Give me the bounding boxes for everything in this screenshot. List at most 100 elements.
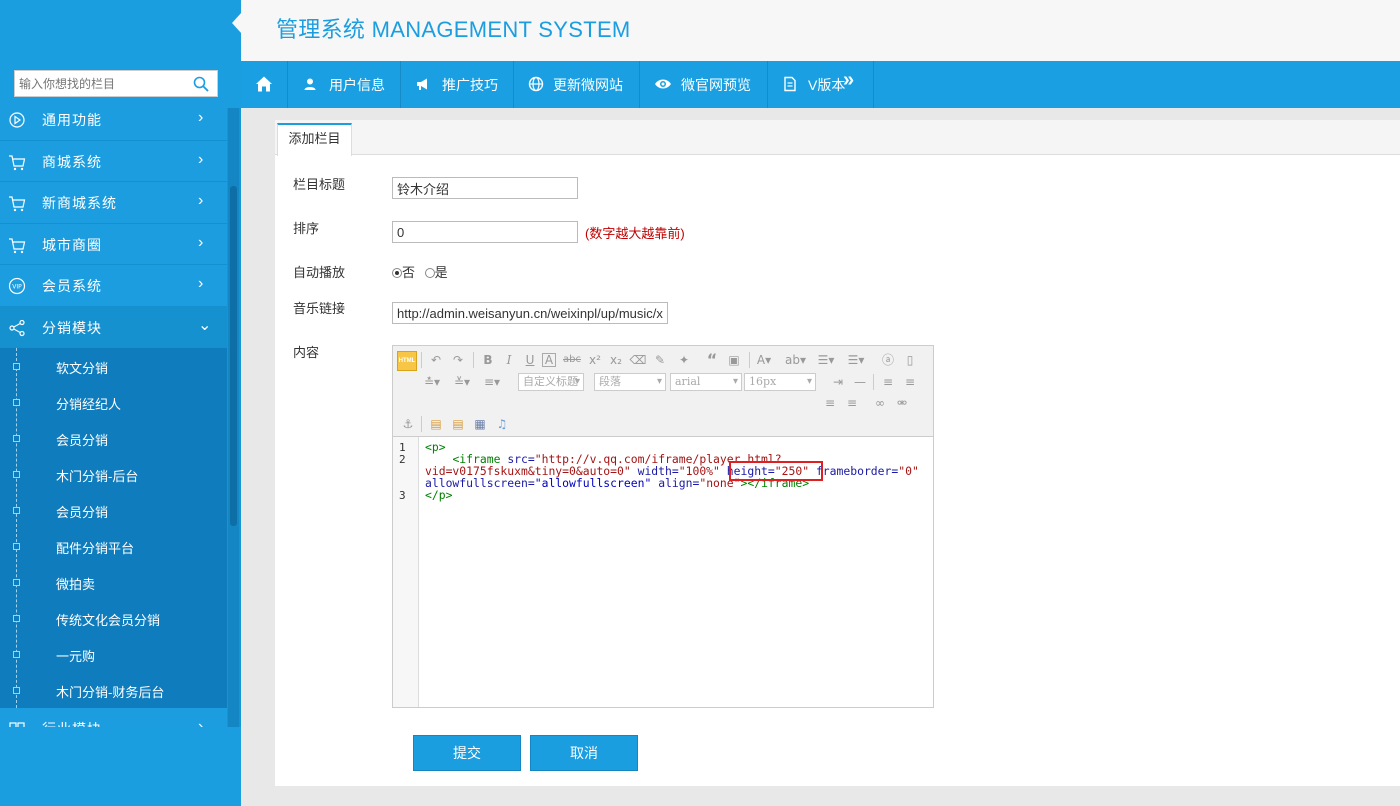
submenu-item[interactable]: 软文分销 xyxy=(0,348,227,384)
sidebar-menu: 通用功能 › 商城系统 › 新商城系统 › 城市商圈 › VIP 会员系统 › … xyxy=(0,99,227,727)
multi-image-icon[interactable]: ▤ xyxy=(449,415,467,433)
bold-icon[interactable]: B xyxy=(479,351,497,369)
tree-node-icon xyxy=(13,687,20,694)
code-token: frameborder= xyxy=(815,464,899,478)
autoplay-yes-radio[interactable] xyxy=(424,268,435,278)
submit-button[interactable]: 提交 xyxy=(413,735,521,771)
submenu-item[interactable]: 会员分销 xyxy=(0,492,227,528)
auto-format-icon[interactable]: ✦ xyxy=(675,351,693,369)
submenu-item[interactable]: 木门分销-后台 xyxy=(0,456,227,492)
submenu-item[interactable]: 会员分销 xyxy=(0,420,227,456)
distribution-submenu: 软文分销 分销经纪人 会员分销 木门分销-后台 会员分销 配件分销平台 微拍卖 … xyxy=(0,348,227,708)
nav-version[interactable]: V版本 » xyxy=(768,61,874,108)
submenu-item-label: 微拍卖 xyxy=(56,577,96,592)
submenu-item[interactable]: 配件分销平台 xyxy=(0,528,227,564)
autoplay-no-radio[interactable] xyxy=(392,268,402,278)
music-icon[interactable]: ♫ xyxy=(493,415,511,433)
top-nav: 用户信息 推广技巧 更新微网站 微官网预览 V版本 » xyxy=(241,61,1400,108)
cart-icon xyxy=(9,237,26,253)
sidebar-item-label: 分销模块 xyxy=(42,319,102,336)
row-spacing-bottom-icon[interactable]: ≚▾ xyxy=(453,373,471,391)
underline-icon[interactable]: U xyxy=(521,351,539,369)
eraser-icon[interactable]: ⌫ xyxy=(629,351,647,369)
italic-icon[interactable]: I xyxy=(500,351,518,369)
submenu-item[interactable]: 木门分销-财务后台 xyxy=(0,672,227,708)
tab-bar: 添加栏目 xyxy=(275,120,1400,156)
sidebar-search-input[interactable] xyxy=(15,71,185,96)
search-icon[interactable] xyxy=(193,76,209,92)
nav-preview-site[interactable]: 微官网预览 xyxy=(640,61,768,108)
select-all-icon[interactable]: ⓐ xyxy=(879,351,897,369)
sidebar-item-city[interactable]: 城市商圈 › xyxy=(0,223,227,265)
paragraph-select[interactable]: 段落 xyxy=(594,373,666,391)
tree-node-icon xyxy=(13,435,20,442)
clear-doc-icon[interactable]: ▯ xyxy=(901,351,919,369)
nav-user-info[interactable]: 用户信息 xyxy=(288,61,401,108)
row-spacing-top-icon[interactable]: ≛▾ xyxy=(423,373,441,391)
align-justify-icon[interactable]: ≡ xyxy=(843,394,861,412)
align-center-icon[interactable]: ≡ xyxy=(901,373,919,391)
html-source-button[interactable]: HTML xyxy=(397,351,417,371)
ordered-list-icon[interactable]: ☰▾ xyxy=(817,351,835,369)
paste-plain-icon[interactable]: ▣ xyxy=(725,351,743,369)
horizontal-rule-icon[interactable]: — xyxy=(851,373,869,391)
chevron-right-icon: › xyxy=(198,718,204,727)
custom-title-select[interactable]: 自定义标题 xyxy=(518,373,584,391)
code-view[interactable]: 1 2 3 <p> <iframe src="http://v.qq.com/i… xyxy=(393,437,933,707)
toolbar-separator xyxy=(749,352,750,368)
cancel-button[interactable]: 取消 xyxy=(530,735,638,771)
sidebar-item-new-mall[interactable]: 新商城系统 › xyxy=(0,182,227,224)
nav-promotion-tips[interactable]: 推广技巧 xyxy=(401,61,514,108)
title-input[interactable] xyxy=(392,177,578,199)
submenu-item[interactable]: 微拍卖 xyxy=(0,564,227,600)
align-left-icon[interactable]: ≡ xyxy=(879,373,897,391)
video-icon[interactable]: ▦ xyxy=(471,415,489,433)
sidebar-item-mall[interactable]: 商城系统 › xyxy=(0,140,227,182)
code-text[interactable]: <p> <iframe src="http://v.qq.com/iframe/… xyxy=(425,441,919,501)
indent-icon[interactable]: ⇥ xyxy=(829,373,847,391)
sidebar-item-general[interactable]: 通用功能 › xyxy=(0,99,227,141)
anchor-icon[interactable]: ⚓ xyxy=(399,415,417,433)
music-url-input[interactable] xyxy=(392,302,668,324)
superscript-icon[interactable]: x² xyxy=(586,351,604,369)
highlight-color-icon[interactable]: ab▾ xyxy=(785,351,806,369)
sidebar-item-distribution[interactable]: 分销模块 ⌄ xyxy=(0,306,227,348)
link-icon[interactable]: ∞ xyxy=(871,394,889,412)
line-number: 2 xyxy=(399,453,406,466)
submenu-item[interactable]: 传统文化会员分销 xyxy=(0,600,227,636)
sidebar-item-member[interactable]: VIP 会员系统 › xyxy=(0,265,227,307)
format-brush-icon[interactable]: ✎ xyxy=(651,351,669,369)
submenu-item-label: 一元购 xyxy=(56,649,96,664)
sidebar-scrollbar[interactable] xyxy=(228,108,239,727)
redo-icon[interactable]: ↷ xyxy=(449,351,467,369)
tree-node-icon xyxy=(13,471,20,478)
line-height-icon[interactable]: ≡▾ xyxy=(483,373,501,391)
code-token: "0" xyxy=(898,464,919,478)
submenu-item[interactable]: 一元购 xyxy=(0,636,227,672)
font-family-select[interactable]: arial xyxy=(670,373,742,391)
sidebar: 通用功能 › 商城系统 › 新商城系统 › 城市商圈 › VIP 会员系统 › … xyxy=(0,0,241,806)
blockquote-icon[interactable]: “ xyxy=(703,351,721,369)
unordered-list-icon[interactable]: ☰▾ xyxy=(847,351,865,369)
strikethrough-icon[interactable]: abc xyxy=(563,351,581,369)
subscript-icon[interactable]: x₂ xyxy=(607,351,625,369)
nav-home[interactable] xyxy=(241,61,288,108)
sidebar-item-industry[interactable]: 行业模块 › xyxy=(0,708,227,727)
image-icon[interactable]: ▤ xyxy=(427,415,445,433)
submenu-item-label: 配件分销平台 xyxy=(56,541,135,556)
align-right-icon[interactable]: ≡ xyxy=(821,394,839,412)
nav-update-microsite[interactable]: 更新微网站 xyxy=(514,61,640,108)
code-token: <p> xyxy=(425,440,446,454)
chevron-down-icon: ⌄ xyxy=(198,316,212,334)
order-input[interactable] xyxy=(392,221,578,243)
scrollbar-thumb[interactable] xyxy=(230,186,237,526)
sidebar-item-label: 会员系统 xyxy=(42,278,102,294)
font-size-select[interactable]: 16px xyxy=(744,373,816,391)
tab-add-column[interactable]: 添加栏目 xyxy=(277,123,352,156)
unlink-icon[interactable]: ⚮ xyxy=(893,394,911,412)
font-color-icon[interactable]: A▾ xyxy=(755,351,773,369)
font-border-icon[interactable]: A xyxy=(542,353,556,367)
nav-label: 微官网预览 xyxy=(681,77,751,93)
submenu-item[interactable]: 分销经纪人 xyxy=(0,384,227,420)
undo-icon[interactable]: ↶ xyxy=(427,351,445,369)
